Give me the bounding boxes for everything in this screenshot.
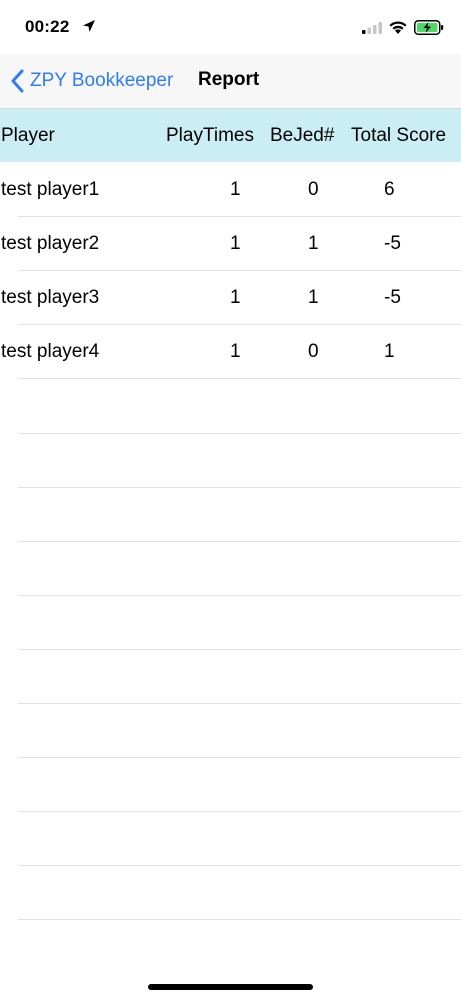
cellular-signal-icon bbox=[362, 22, 382, 34]
row-divider bbox=[18, 378, 461, 379]
header-total-score: Total Score bbox=[351, 125, 447, 146]
total-score-value: 6 bbox=[384, 179, 395, 200]
navigation-bar: ZPY Bookkeeper Report bbox=[0, 54, 461, 109]
total-score-value: -5 bbox=[384, 287, 401, 308]
playtimes-value: 1 bbox=[230, 233, 241, 254]
playtimes-value: 1 bbox=[230, 179, 241, 200]
chevron-left-icon bbox=[11, 69, 24, 93]
header-player: Player bbox=[1, 125, 55, 146]
bejed-value: 0 bbox=[308, 179, 319, 200]
empty-row-divider bbox=[18, 541, 461, 542]
battery-charging-icon bbox=[414, 20, 444, 35]
empty-row-divider bbox=[18, 649, 461, 650]
total-score-value: 1 bbox=[384, 341, 395, 362]
player-name: test player4 bbox=[1, 341, 100, 362]
table-row[interactable]: test player4 1 0 1 bbox=[0, 325, 461, 379]
empty-row-divider bbox=[18, 811, 461, 812]
status-bar: 00:22 bbox=[0, 0, 461, 54]
playtimes-value: 1 bbox=[230, 341, 241, 362]
bejed-value: 0 bbox=[308, 341, 319, 362]
wifi-icon bbox=[389, 21, 407, 34]
status-time: 00:22 bbox=[25, 17, 70, 36]
bejed-value: 1 bbox=[308, 233, 319, 254]
empty-row-divider bbox=[18, 433, 461, 434]
back-button[interactable]: ZPY Bookkeeper bbox=[10, 67, 173, 95]
bejed-value: 1 bbox=[308, 287, 319, 308]
header-playtimes: PlayTimes bbox=[166, 125, 254, 146]
home-indicator[interactable] bbox=[148, 984, 313, 990]
empty-row-divider bbox=[18, 865, 461, 866]
empty-row-divider bbox=[18, 595, 461, 596]
table-header: Player PlayTimes BeJed# Total Score bbox=[0, 109, 461, 162]
location-arrow-icon bbox=[83, 20, 95, 32]
player-name: test player3 bbox=[1, 287, 100, 308]
empty-row-divider bbox=[18, 757, 461, 758]
table-row[interactable]: test player1 1 0 6 bbox=[0, 163, 461, 217]
page-title: Report bbox=[198, 69, 260, 90]
total-score-value: -5 bbox=[384, 233, 401, 254]
player-name: test player2 bbox=[1, 233, 100, 254]
header-bejed: BeJed# bbox=[270, 125, 335, 146]
table-row[interactable]: test player3 1 1 -5 bbox=[0, 271, 461, 325]
player-name: test player1 bbox=[1, 179, 100, 200]
empty-row-divider bbox=[18, 919, 461, 920]
playtimes-value: 1 bbox=[230, 287, 241, 308]
empty-row-divider bbox=[18, 487, 461, 488]
back-button-label: ZPY Bookkeeper bbox=[30, 70, 174, 91]
table-row[interactable]: test player2 1 1 -5 bbox=[0, 217, 461, 271]
empty-row-divider bbox=[18, 703, 461, 704]
